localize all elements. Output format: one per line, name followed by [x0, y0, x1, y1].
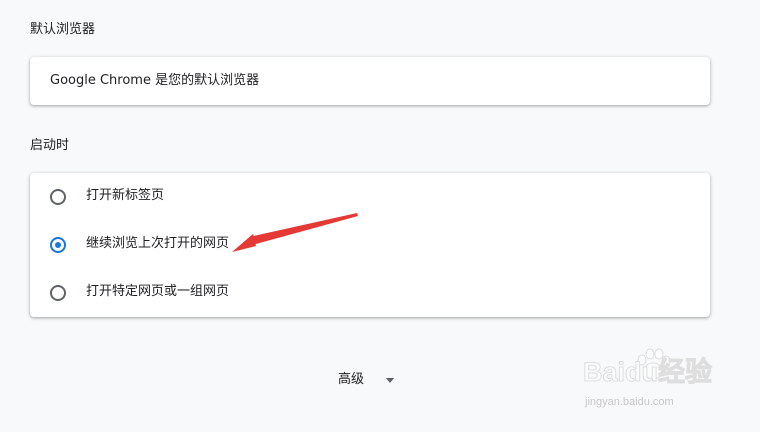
- radio-button[interactable]: [50, 189, 66, 205]
- radio-button[interactable]: [50, 285, 66, 301]
- chevron-down-icon[interactable]: [386, 378, 394, 383]
- startup-option-new-tab[interactable]: 打开新标签页: [30, 173, 710, 221]
- startup-option-continue[interactable]: 继续浏览上次打开的网页: [30, 221, 710, 269]
- default-browser-heading: 默认浏览器: [30, 22, 96, 37]
- on-startup-card: 打开新标签页 继续浏览上次打开的网页 打开特定网页或一组网页: [30, 173, 710, 317]
- startup-option-label: 打开新标签页: [86, 188, 165, 203]
- default-browser-card: Google Chrome 是您的默认浏览器: [30, 57, 710, 105]
- startup-option-label: 打开特定网页或一组网页: [86, 284, 230, 299]
- advanced-button[interactable]: 高级: [338, 372, 364, 390]
- default-browser-status: Google Chrome 是您的默认浏览器: [50, 73, 260, 88]
- on-startup-heading: 启动时: [30, 138, 70, 153]
- radio-button-selected[interactable]: [50, 237, 66, 253]
- baidu-watermark: Baidu经验 jingyan.baidu.com: [575, 348, 745, 416]
- startup-option-specific-pages[interactable]: 打开特定网页或一组网页: [30, 269, 710, 317]
- startup-option-label: 继续浏览上次打开的网页: [86, 236, 230, 251]
- watermark-brand: Baidu经验: [582, 357, 713, 387]
- watermark-url: jingyan.baidu.com: [585, 396, 674, 408]
